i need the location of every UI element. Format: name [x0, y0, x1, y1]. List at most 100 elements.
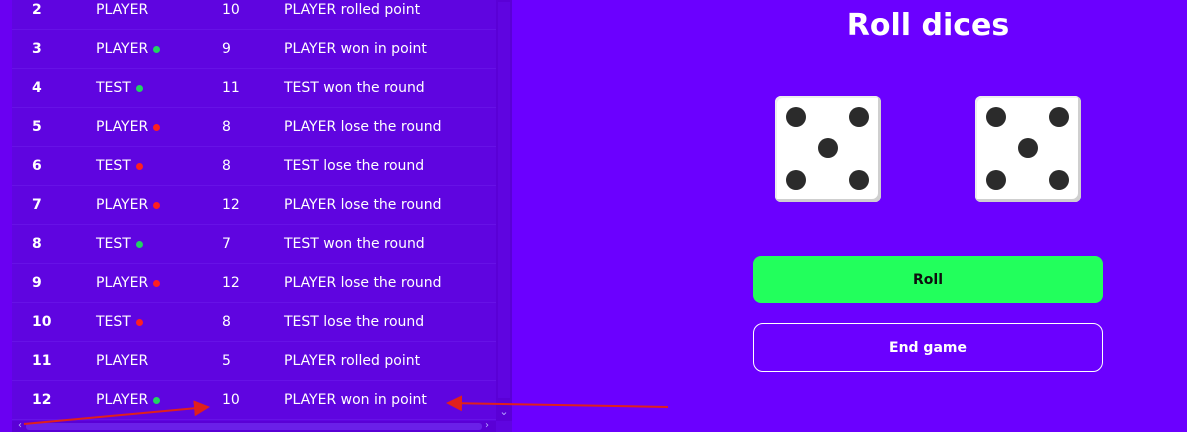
horizontal-scrollbar[interactable] — [12, 421, 496, 432]
lose-status-dot-icon — [135, 162, 143, 170]
player-cell: PLAYER — [96, 275, 222, 291]
round-number: 2 — [32, 2, 42, 18]
die-pip — [786, 170, 806, 190]
die-pip — [1049, 170, 1069, 190]
round-description: PLAYER lose the round — [284, 197, 442, 213]
win-status-dot-icon — [135, 84, 143, 92]
die-pip — [818, 138, 838, 158]
lose-status-dot-icon — [135, 318, 143, 326]
round-number: 10 — [32, 314, 52, 330]
table-row: 8 TEST 7 TEST won the round — [12, 225, 496, 264]
round-number: 3 — [32, 41, 42, 57]
die-pip — [849, 107, 869, 127]
round-number: 7 — [32, 197, 42, 213]
table-row: 11 PLAYER 5 PLAYER rolled point — [12, 342, 496, 381]
player-name: TEST — [96, 236, 131, 252]
player-cell: PLAYER — [96, 392, 222, 408]
player-name: TEST — [96, 158, 131, 174]
horizontal-scrollbar-thumb[interactable] — [26, 423, 482, 430]
page-title: Roll dices — [846, 8, 1010, 43]
win-status-dot-icon — [135, 240, 143, 248]
die-right — [975, 96, 1081, 202]
vertical-scrollbar[interactable] — [496, 0, 512, 421]
round-description: TEST won the round — [284, 236, 425, 252]
round-number: 6 — [32, 158, 42, 174]
die-pip — [786, 107, 806, 127]
lose-status-dot-icon — [153, 123, 161, 131]
round-number: 9 — [32, 275, 42, 291]
die-pip — [986, 170, 1006, 190]
lose-status-dot-icon — [153, 201, 161, 209]
round-description: TEST lose the round — [284, 158, 425, 174]
table-row: 12 PLAYER 10 PLAYER won in point — [12, 381, 496, 420]
table-row: 9 PLAYER 12 PLAYER lose the round — [12, 264, 496, 303]
roll-score: 11 — [222, 80, 240, 96]
table-row: 3 PLAYER 9 PLAYER won in point — [12, 30, 496, 69]
roll-score: 8 — [222, 158, 231, 174]
roll-score: 8 — [222, 119, 231, 135]
round-number: 12 — [32, 392, 52, 408]
round-number: 4 — [32, 80, 42, 96]
player-name: TEST — [96, 80, 131, 96]
round-description: PLAYER won in point — [284, 41, 427, 57]
player-cell: TEST — [96, 158, 222, 174]
player-cell: PLAYER — [96, 353, 222, 369]
player-name: PLAYER — [96, 119, 149, 135]
table-row: 5 PLAYER 8 PLAYER lose the round — [12, 108, 496, 147]
round-description: TEST lose the round — [284, 314, 425, 330]
table-row: 4 TEST 11 TEST won the round — [12, 69, 496, 108]
player-cell: PLAYER — [96, 197, 222, 213]
round-description: TEST won the round — [284, 80, 425, 96]
round-description: PLAYER lose the round — [284, 119, 442, 135]
die-pip — [1049, 107, 1069, 127]
player-cell: TEST — [96, 314, 222, 330]
roll-button[interactable]: Roll — [753, 256, 1103, 303]
round-description: PLAYER lose the round — [284, 275, 442, 291]
die-pip — [1018, 138, 1038, 158]
player-name: PLAYER — [96, 41, 149, 57]
player-cell: PLAYER — [96, 2, 222, 18]
die-left — [775, 96, 881, 202]
roll-score: 12 — [222, 275, 240, 291]
chevron-down-icon[interactable]: ⌄ — [496, 404, 512, 420]
player-cell: TEST — [96, 80, 222, 96]
chevron-left-icon[interactable]: ‹ — [14, 420, 26, 432]
player-cell: PLAYER — [96, 41, 222, 57]
table-row: 10 TEST 8 TEST lose the round — [12, 303, 496, 342]
lose-status-dot-icon — [153, 279, 161, 287]
table-row: 7 PLAYER 12 PLAYER lose the round — [12, 186, 496, 225]
vertical-scrollbar-thumb[interactable] — [498, 2, 510, 398]
table-row: 2 PLAYER 10 PLAYER rolled point — [12, 0, 496, 30]
player-name: PLAYER — [96, 392, 149, 408]
history-panel: 2 PLAYER 10 PLAYER rolled point 3 PLAYER 9 PLAY… — [12, 0, 512, 432]
die-pip — [849, 170, 869, 190]
history-table: 2 PLAYER 10 PLAYER rolled point 3 PLAYER 9 PLAY… — [12, 0, 496, 420]
round-description: PLAYER rolled point — [284, 2, 421, 18]
roll-score: 7 — [222, 236, 231, 252]
win-status-dot-icon — [153, 45, 161, 53]
roll-score: 5 — [222, 353, 231, 369]
chevron-right-icon[interactable]: › — [481, 420, 493, 432]
table-row: 6 TEST 8 TEST lose the round — [12, 147, 496, 186]
player-name: PLAYER — [96, 275, 149, 291]
player-cell: TEST — [96, 236, 222, 252]
round-number: 11 — [32, 353, 52, 369]
player-name: PLAYER — [96, 2, 149, 18]
roll-score: 10 — [222, 392, 240, 408]
left-gutter — [0, 0, 12, 432]
player-name: PLAYER — [96, 353, 149, 369]
player-name: TEST — [96, 314, 131, 330]
roll-score: 10 — [222, 2, 240, 18]
player-cell: PLAYER — [96, 119, 222, 135]
roll-score: 8 — [222, 314, 231, 330]
round-description: PLAYER rolled point — [284, 353, 421, 369]
roll-score: 12 — [222, 197, 240, 213]
round-number: 5 — [32, 119, 42, 135]
roll-score: 9 — [222, 41, 231, 57]
round-description: PLAYER won in point — [284, 392, 427, 408]
player-name: PLAYER — [96, 197, 149, 213]
round-number: 8 — [32, 236, 42, 252]
win-status-dot-icon — [153, 396, 161, 404]
end-game-button[interactable]: End game — [753, 323, 1103, 372]
die-pip — [986, 107, 1006, 127]
